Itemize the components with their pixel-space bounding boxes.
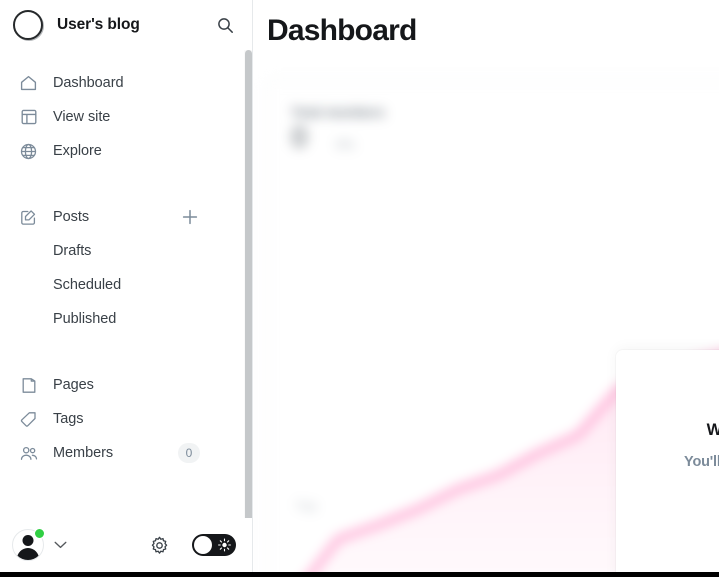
sidebar-header: User's blog — [0, 0, 252, 50]
nav-divider-gap-2 — [0, 336, 252, 368]
gear-icon — [151, 536, 167, 554]
sidebar-item-label: Members — [53, 445, 114, 461]
sidebar-item-published[interactable]: Published — [0, 302, 252, 336]
nav-divider-gap — [0, 168, 252, 200]
avatar-head — [22, 535, 34, 546]
theme-toggle-knob — [194, 536, 212, 554]
sidebar-item-drafts[interactable]: Drafts — [0, 234, 252, 268]
globe-icon — [19, 142, 38, 161]
sidebar-item-members[interactable]: Members 0 — [0, 436, 252, 470]
sidebar-item-dashboard[interactable]: Dashboard — [0, 66, 252, 100]
sidebar: User's blog Dashboard View site Explore … — [0, 0, 253, 572]
plus-icon — [182, 209, 198, 225]
blog-avatar-ring-icon[interactable] — [13, 10, 43, 40]
nav-group-primary: Dashboard View site Explore — [0, 66, 252, 168]
chevron-down-icon — [54, 541, 66, 549]
ghost-admin-window: User's blog Dashboard View site Explore … — [0, 0, 719, 577]
page-title: Dashboard — [267, 14, 417, 47]
sidebar-item-label: Drafts — [53, 243, 92, 259]
members-count-badge: 0 — [178, 443, 200, 463]
sidebar-item-label: Scheduled — [53, 277, 122, 293]
sidebar-scrollbar[interactable] — [244, 50, 252, 518]
sidebar-item-label: Dashboard — [53, 75, 124, 91]
users-icon — [19, 444, 38, 463]
book-icon — [19, 376, 38, 395]
sidebar-nav: Dashboard View site Explore Posts Drafts… — [0, 50, 252, 518]
welcome-title: Welcome to your Dashboard — [616, 421, 719, 440]
theme-toggle[interactable] — [192, 534, 236, 556]
welcome-dashboard-modal: Welcome to your Dashboard You'll find me… — [616, 350, 719, 572]
sidebar-item-label: Tags — [53, 411, 84, 427]
nav-group-posts: Posts Drafts Scheduled Published — [0, 200, 252, 336]
blog-title[interactable]: User's blog — [57, 16, 212, 34]
user-menu-chevron-button[interactable] — [50, 535, 70, 555]
user-menu-button[interactable] — [12, 528, 45, 561]
sidebar-item-label: Pages — [53, 377, 94, 393]
home-icon — [19, 74, 38, 93]
sidebar-scrollbar-thumb[interactable] — [245, 50, 252, 518]
settings-button[interactable] — [146, 532, 172, 558]
card-label: Total members — [291, 105, 385, 120]
main-content: Dashboard Total members 0 0% Top You'll — [253, 0, 719, 572]
sidebar-item-explore[interactable]: Explore — [0, 134, 252, 168]
sidebar-item-posts[interactable]: Posts — [0, 200, 252, 234]
sidebar-footer — [0, 518, 252, 572]
pencil-square-icon — [19, 208, 38, 227]
sun-icon — [218, 538, 231, 552]
nav-group-secondary: Pages Tags Members 0 — [0, 368, 252, 470]
sidebar-item-label: Explore — [53, 143, 102, 159]
sidebar-item-scheduled[interactable]: Scheduled — [0, 268, 252, 302]
layout-panel-icon — [19, 108, 38, 127]
sidebar-item-view-site[interactable]: View site — [0, 100, 252, 134]
sidebar-item-label: View site — [53, 109, 111, 125]
tag-icon — [19, 410, 38, 429]
sidebar-item-label: Posts — [53, 209, 90, 225]
sidebar-item-tags[interactable]: Tags — [0, 402, 252, 436]
sidebar-item-label: Published — [53, 311, 117, 327]
status-online-indicator — [34, 528, 45, 539]
search-icon — [217, 17, 233, 33]
sidebar-item-pages[interactable]: Pages — [0, 368, 252, 402]
card-value: 0 — [291, 121, 308, 154]
card-delta: 0% — [336, 137, 355, 152]
main-header: Dashboard — [253, 0, 719, 66]
avatar-body — [17, 548, 39, 560]
welcome-subtitle: You'll find member analytics here once s… — [684, 454, 719, 470]
new-post-button[interactable] — [180, 207, 200, 227]
search-button[interactable] — [212, 12, 238, 38]
